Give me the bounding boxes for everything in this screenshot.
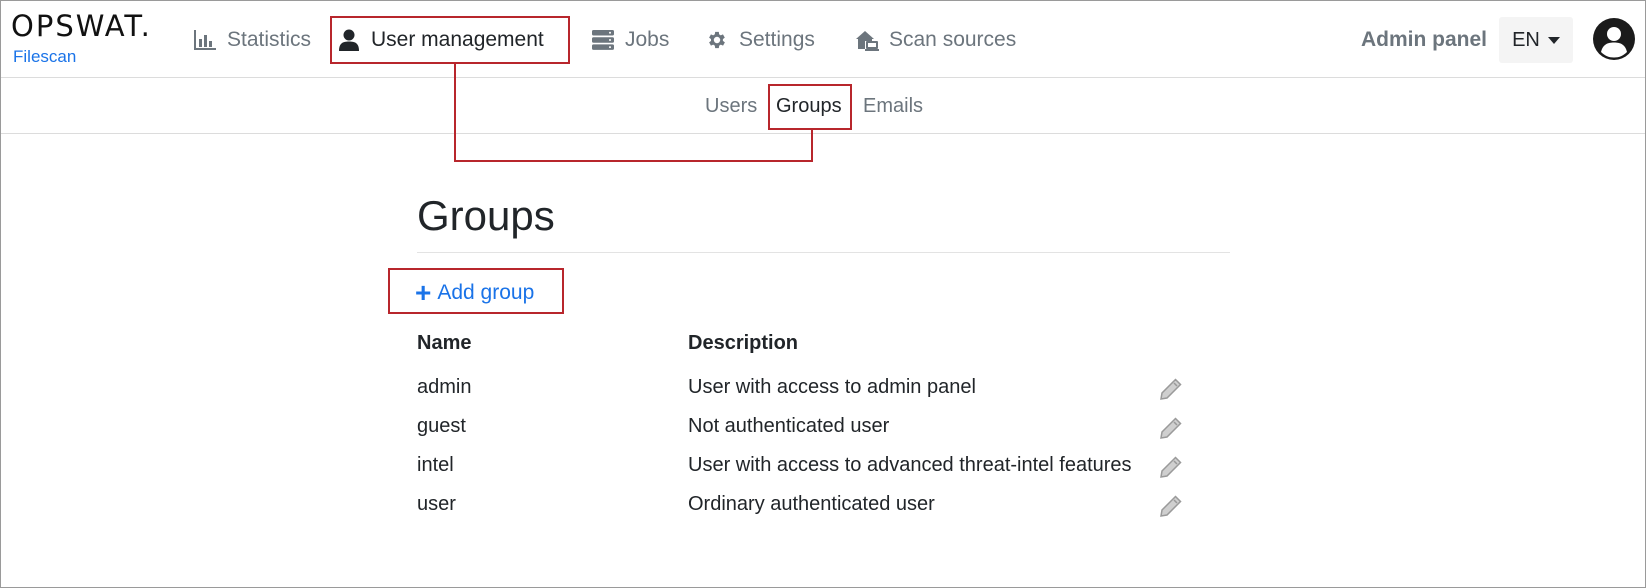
product-name: Filescan (13, 47, 77, 66)
group-description: Ordinary authenticated user (688, 493, 935, 515)
group-name: intel (417, 454, 454, 476)
nav-label: User management (371, 27, 544, 51)
user-icon (337, 28, 361, 52)
group-name: user (417, 493, 456, 515)
nav-item-settings[interactable]: Settings (705, 1, 815, 78)
subnav-item-users[interactable]: Users (705, 78, 757, 134)
table-row: guest Not authenticated user (417, 415, 1197, 451)
subnav-item-groups[interactable]: Groups (776, 78, 842, 134)
nav-item-jobs[interactable]: Jobs (591, 1, 669, 78)
nav-item-user-management[interactable]: User management (337, 1, 544, 78)
bar-chart-icon (193, 28, 217, 52)
avatar[interactable] (1593, 18, 1635, 60)
nav-item-statistics[interactable]: Statistics (193, 1, 311, 78)
add-group-label: Add group (437, 281, 535, 304)
column-header-name: Name (417, 332, 472, 354)
group-description: User with access to admin panel (688, 376, 976, 398)
table-row: user Ordinary authenticated user (417, 493, 1197, 529)
scan-sources-icon (855, 28, 879, 52)
opswat-logo: OPSWAT. (11, 9, 152, 43)
add-group-button[interactable]: + Add group (415, 278, 534, 308)
subnav-item-emails[interactable]: Emails (863, 78, 923, 134)
top-navbar: OPSWAT. Filescan Statistics User managem… (1, 1, 1645, 78)
pencil-icon[interactable] (1160, 417, 1184, 441)
admin-panel-link[interactable]: Admin panel (1361, 1, 1487, 78)
language-dropdown[interactable]: EN (1499, 17, 1573, 63)
page-title: Groups (417, 192, 555, 239)
sub-navbar: Users Groups Emails (1, 78, 1645, 134)
nav-item-scan-sources[interactable]: Scan sources (855, 1, 1016, 78)
column-header-description: Description (688, 332, 799, 354)
group-name: guest (417, 415, 466, 437)
user-circle-icon (1593, 18, 1635, 60)
nav-label: Jobs (625, 27, 670, 51)
group-description: Not authenticated user (688, 415, 890, 437)
nav-label: Scan sources (889, 27, 1017, 51)
language-label: EN (1512, 28, 1540, 51)
group-description: User with access to advanced threat-inte… (688, 454, 1132, 476)
plus-icon: + (415, 277, 432, 308)
pencil-icon[interactable] (1160, 495, 1184, 519)
nav-label: Statistics (227, 27, 312, 51)
title-divider (417, 252, 1230, 253)
brand[interactable]: OPSWAT. Filescan (11, 9, 181, 71)
group-name: admin (417, 376, 472, 398)
nav-label: Settings (739, 27, 815, 51)
caret-down-icon (1547, 36, 1560, 44)
server-icon (591, 28, 615, 52)
gear-icon (705, 28, 729, 52)
table-row: intel User with access to advanced threa… (417, 454, 1197, 490)
pencil-icon[interactable] (1160, 378, 1184, 402)
table-row: admin User with access to admin panel (417, 376, 1197, 412)
pencil-icon[interactable] (1160, 456, 1184, 480)
